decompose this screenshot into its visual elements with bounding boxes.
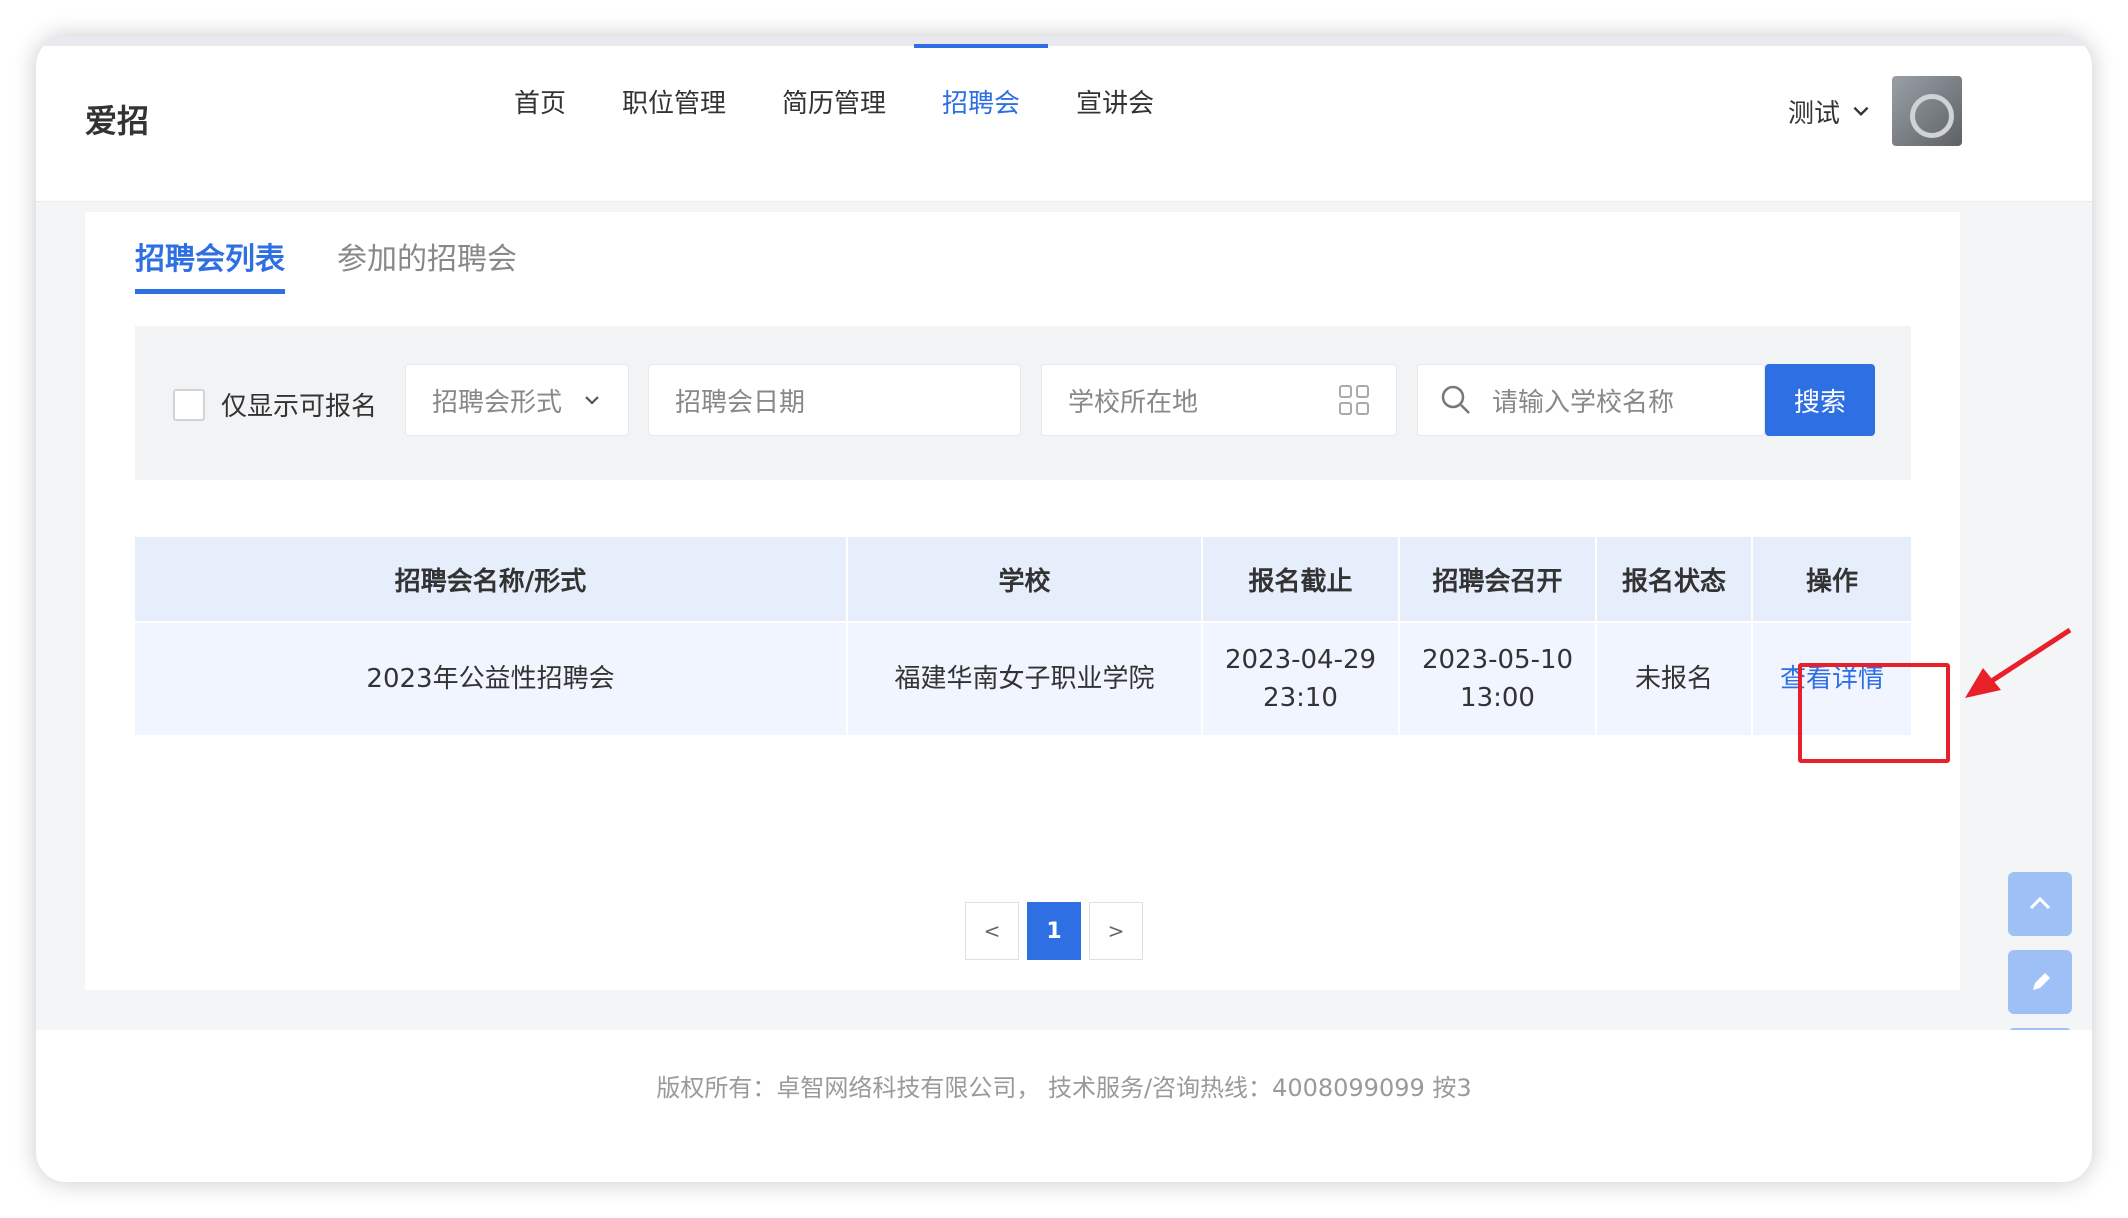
prev-page-button[interactable]: <	[965, 902, 1019, 960]
table-row: 2023年公益性招聘会 福建华南女子职业学院 2023-04-29 23:10 …	[135, 621, 1911, 735]
fair-name: 2023年公益性招聘会	[135, 621, 848, 735]
tab-bar: 招聘会列表 参加的招聘会	[135, 234, 569, 294]
nav-job-fair[interactable]: 招聘会	[914, 44, 1049, 202]
search-button[interactable]: 搜索	[1765, 364, 1875, 436]
school-name-placeholder: 请输入学校名称	[1492, 387, 1675, 418]
tab-job-fair-list[interactable]: 招聘会列表	[135, 234, 285, 294]
fair-format-value: 招聘会形式	[432, 387, 563, 418]
next-page-button[interactable]: >	[1089, 902, 1143, 960]
avatar[interactable]	[1892, 76, 1962, 146]
fair-open-date: 2023-05-10	[1421, 645, 1574, 675]
col-header-deadline: 报名截止	[1202, 537, 1400, 622]
fair-school: 福建华南女子职业学院	[847, 621, 1203, 735]
only-available-checkbox[interactable]	[173, 388, 205, 421]
user-menu[interactable]: 测试	[1788, 76, 1962, 146]
copyright-text: 版权所有：卓智网络科技有限公司， 技术服务/咨询热线：4008099099 按3	[656, 1074, 1472, 1102]
app-window: 爱招 首页 职位管理 简历管理 招聘会 宣讲会 测试 招聘会列表 参加的招聘会 …	[36, 36, 2092, 1182]
logo: 爱招	[85, 102, 150, 140]
pencil-icon	[2033, 973, 2050, 990]
fair-deadline: 2023-04-29 23:10	[1202, 621, 1400, 735]
col-header-open-time: 招聘会召开	[1399, 537, 1597, 622]
col-header-name: 招聘会名称/形式	[135, 537, 848, 622]
nav-home[interactable]: 首页	[486, 46, 594, 202]
school-location-input[interactable]: 学校所在地	[1041, 364, 1397, 436]
fair-deadline-time: 23:10	[1263, 683, 1338, 713]
table-header-row: 招聘会名称/形式 学校 报名截止 招聘会召开 报名状态 操作	[135, 537, 1911, 622]
nav-resume-management[interactable]: 简历管理	[754, 46, 914, 202]
main-nav: 首页 职位管理 简历管理 招聘会 宣讲会	[486, 44, 1182, 202]
only-available-filter[interactable]: 仅显示可报名	[173, 386, 377, 423]
pagination: < 1 >	[965, 902, 1151, 960]
school-name-search-input[interactable]: 请输入学校名称	[1417, 364, 1765, 436]
fair-status: 未报名	[1596, 621, 1753, 735]
feedback-button[interactable]	[2008, 950, 2072, 1014]
nav-job-management[interactable]: 职位管理	[594, 46, 754, 202]
fair-open-hour: 13:00	[1460, 683, 1535, 713]
main-card: 招聘会列表 参加的招聘会 仅显示可报名 招聘会形式 招聘会日期 学校所在地 请输…	[85, 212, 2072, 990]
nav-presentation[interactable]: 宣讲会	[1048, 46, 1182, 202]
window-top-strip	[36, 36, 2092, 46]
only-available-label: 仅显示可报名	[221, 392, 378, 422]
tab-joined-job-fairs[interactable]: 参加的招聘会	[337, 234, 517, 290]
fair-date-placeholder: 招聘会日期	[675, 387, 806, 418]
chevron-down-icon	[585, 396, 599, 405]
page-1-button[interactable]: 1	[1027, 902, 1081, 960]
school-location-placeholder: 学校所在地	[1068, 387, 1199, 418]
footer: 版权所有：卓智网络科技有限公司， 技术服务/咨询热线：4008099099 按3	[36, 1030, 2092, 1182]
col-header-action: 操作	[1752, 537, 1911, 622]
grid-icon[interactable]	[1338, 384, 1370, 416]
top-header: 爱招 首页 职位管理 简历管理 招聘会 宣讲会 测试	[36, 44, 2092, 202]
fair-deadline-date: 2023-04-29	[1224, 645, 1377, 675]
job-fair-table: 招聘会名称/形式 学校 报名截止 招聘会召开 报名状态 操作 2023年公益性招…	[135, 537, 1911, 735]
fair-format-select[interactable]: 招聘会形式	[405, 364, 629, 436]
col-header-school: 学校	[847, 537, 1203, 622]
col-header-status: 报名状态	[1596, 537, 1753, 622]
annotation-highlight-box	[1798, 663, 1950, 763]
scroll-top-button[interactable]	[2008, 872, 2072, 936]
fair-date-input[interactable]: 招聘会日期	[648, 364, 1021, 436]
chevron-down-icon	[1853, 106, 1869, 117]
annotation-arrow-icon	[1965, 627, 2072, 698]
search-icon	[1441, 385, 1470, 414]
filter-bar: 仅显示可报名 招聘会形式 招聘会日期 学校所在地 请输入学校名称 搜索	[135, 326, 1911, 480]
chevron-up-icon	[2029, 896, 2051, 910]
user-name: 测试	[1787, 98, 1840, 129]
fair-open-time: 2023-05-10 13:00	[1399, 621, 1597, 735]
